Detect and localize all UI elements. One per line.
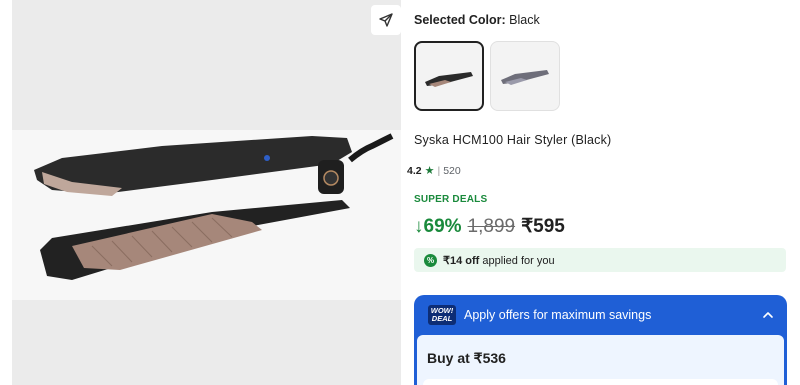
star-icon: ★ [424, 165, 435, 177]
final-price: ₹595 [521, 216, 565, 237]
selected-color-label: Selected Color: [414, 13, 506, 27]
product-title: Syska HCM100 Hair Styler (Black) [414, 133, 612, 147]
deal-tag: SUPER DEALS [414, 194, 488, 205]
share-icon [379, 13, 393, 27]
price-block: ↓69% 1,899 ₹595 [414, 215, 565, 238]
wow-deal-badge-line2: DEAL [431, 314, 453, 323]
swatch-grey-image [501, 70, 549, 85]
hair-straightener-image [34, 133, 394, 280]
product-details-panel: Selected Color: Black Syska HCM100 Hair … [401, 0, 800, 385]
applied-offer-amount: ₹14 off [443, 254, 480, 267]
offers-heading: Apply offers for maximum savings [464, 308, 652, 322]
swatch-black-image [425, 72, 473, 87]
rating-value: 4.2 [407, 164, 422, 177]
buy-at-price: Buy at ₹536 [427, 350, 506, 366]
color-swatch-grey[interactable] [490, 41, 560, 111]
applied-offer-banner: % ₹14 off applied for you [414, 248, 786, 272]
rating-count: 520 [443, 164, 461, 177]
selected-color-value: Black [509, 13, 540, 27]
share-button[interactable] [371, 5, 401, 35]
wow-deal-badge: WOW! DEAL [428, 305, 456, 325]
offer-badge-icon: % [424, 253, 437, 267]
product-page: Selected Color: Black Syska HCM100 Hair … [0, 0, 800, 385]
applied-offer-suffix: applied for you [482, 254, 555, 267]
offer-card[interactable] [423, 379, 778, 385]
buy-at-section: Buy at ₹536 [417, 335, 784, 385]
rating-divider: | [437, 164, 441, 177]
rating-summary[interactable]: 4.2 ★ | 520 [407, 164, 461, 178]
mrp-price: 1,899 [467, 216, 516, 237]
offers-panel: WOW! DEAL Apply offers for maximum savin… [414, 295, 787, 385]
discount-percent: ↓69% [414, 216, 462, 237]
chevron-up-icon[interactable] [761, 308, 775, 322]
offers-header[interactable]: WOW! DEAL Apply offers for maximum savin… [414, 295, 787, 335]
selected-color: Selected Color: Black [414, 13, 540, 27]
product-image-gallery[interactable] [12, 0, 401, 385]
product-image[interactable] [12, 130, 401, 300]
color-swatch-black[interactable] [414, 41, 484, 111]
